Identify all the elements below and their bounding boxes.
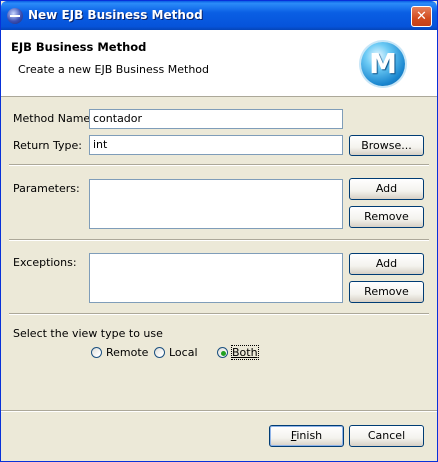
view-type-label: Select the view type to use (13, 327, 163, 340)
radio-local[interactable]: Local (154, 346, 204, 360)
exceptions-label: Exceptions: (13, 256, 77, 269)
radio-both-label: Both (231, 345, 259, 360)
parameters-list[interactable] (89, 179, 343, 229)
radio-remote[interactable]: Remote (91, 346, 151, 360)
return-type-input[interactable]: int (89, 135, 343, 155)
return-type-label: Return Type: (13, 139, 82, 152)
exceptions-remove-button[interactable]: Remove (349, 281, 424, 303)
banner-title: EJB Business Method (11, 40, 147, 54)
exceptions-list[interactable] (89, 253, 343, 303)
header-banner: EJB Business Method Create a new EJB Bus… (1, 30, 437, 97)
logo-letter: M (369, 47, 397, 80)
method-name-label: Method Name: (13, 112, 94, 125)
parameters-add-button[interactable]: Add (349, 178, 424, 200)
separator (9, 164, 429, 166)
new-ejb-business-method-dialog: New EJB Business Method ✕ EJB Business M… (0, 0, 438, 462)
separator (9, 313, 429, 315)
window-title: New EJB Business Method (28, 8, 203, 22)
eclipse-app-icon (7, 8, 23, 24)
close-button[interactable]: ✕ (411, 6, 432, 27)
parameters-remove-button[interactable]: Remove (349, 206, 424, 228)
radio-remote-label: Remote (106, 346, 149, 359)
mnemonic-b: Both (232, 346, 258, 359)
separator (9, 239, 429, 241)
parameters-label: Parameters: (13, 182, 80, 195)
radio-both[interactable]: Both (217, 345, 262, 360)
title-bar[interactable]: New EJB Business Method ✕ (1, 1, 437, 30)
finish-label: Finish (290, 429, 323, 442)
banner-description: Create a new EJB Business Method (18, 63, 210, 76)
cancel-button[interactable]: Cancel (349, 425, 424, 447)
radio-local-indicator[interactable] (154, 347, 165, 358)
radio-local-label: Local (169, 346, 198, 359)
method-name-input[interactable]: contador (89, 109, 343, 129)
method-logo-icon: M (361, 42, 405, 86)
exceptions-add-button[interactable]: Add (349, 253, 424, 275)
footer-separator (1, 410, 437, 412)
browse-button[interactable]: Browse... (349, 135, 424, 156)
finish-button[interactable]: Finish (269, 425, 344, 447)
radio-both-indicator[interactable] (217, 347, 228, 358)
radio-remote-indicator[interactable] (91, 347, 102, 358)
